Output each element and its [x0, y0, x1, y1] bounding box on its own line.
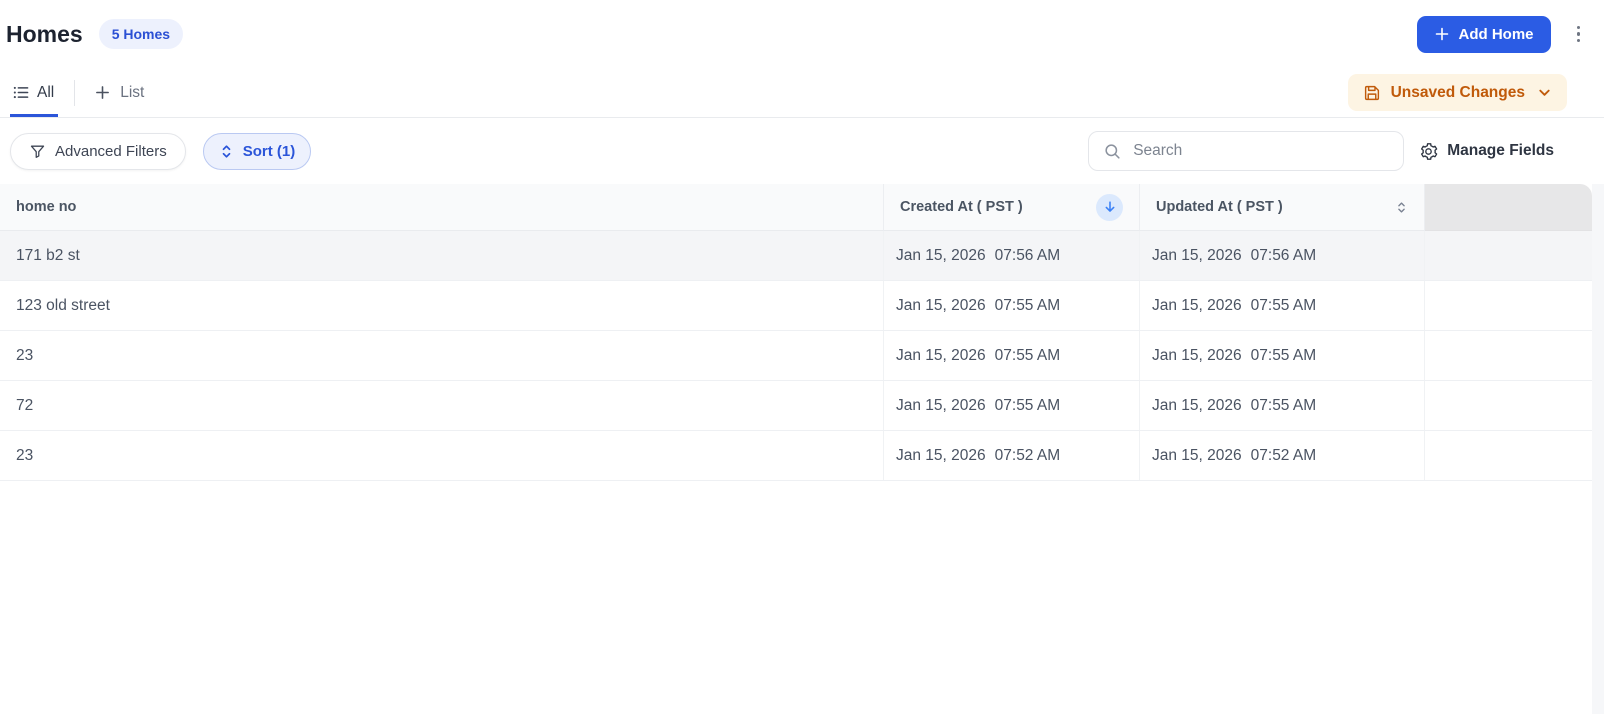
- table-header-row: home no Created At ( PST ) Updated At ( …: [0, 184, 1604, 231]
- time-value: 07:56 AM: [1250, 246, 1317, 264]
- time-value: 07:55 AM: [994, 396, 1061, 414]
- sort-arrows-icon: [219, 144, 234, 159]
- more-options-icon[interactable]: [1573, 21, 1585, 48]
- time-value: 07:52 AM: [994, 446, 1061, 464]
- tab-add-list[interactable]: List: [91, 68, 148, 117]
- records-table: home no Created At ( PST ) Updated At ( …: [0, 184, 1604, 481]
- manage-fields-button[interactable]: Manage Fields: [1419, 142, 1554, 161]
- time-value: 07:52 AM: [1250, 446, 1317, 464]
- page-title: Homes: [6, 20, 83, 47]
- manage-fields-label: Manage Fields: [1447, 142, 1554, 159]
- date-value: Jan 15, 2026: [1152, 246, 1242, 264]
- search-box[interactable]: [1088, 131, 1405, 171]
- time-value: 07:55 AM: [1250, 346, 1317, 364]
- scrollbar-gutter[interactable]: [1592, 184, 1604, 714]
- table-row[interactable]: 23 Jan 15, 2026 07:52 AM Jan 15, 2026 07…: [0, 431, 1604, 481]
- cell-updated-at[interactable]: Jan 15, 2026 07:55 AM: [1140, 281, 1425, 330]
- plus-icon: [1434, 26, 1450, 42]
- filter-funnel-icon: [29, 143, 46, 160]
- date-value: Jan 15, 2026: [896, 296, 986, 314]
- date-value: Jan 15, 2026: [1152, 396, 1242, 414]
- gear-icon: [1419, 142, 1438, 161]
- column-header-home-no[interactable]: home no: [0, 184, 884, 231]
- column-label: home no: [16, 199, 77, 215]
- cell-updated-at[interactable]: Jan 15, 2026 07:55 AM: [1140, 331, 1425, 380]
- cell-updated-at[interactable]: Jan 15, 2026 07:56 AM: [1140, 231, 1425, 280]
- home-no-value: 23: [16, 346, 34, 364]
- cell-created-at[interactable]: Jan 15, 2026 07:52 AM: [884, 431, 1140, 480]
- cell-updated-at[interactable]: Jan 15, 2026 07:55 AM: [1140, 381, 1425, 430]
- plus-icon: [95, 85, 110, 100]
- cell-created-at[interactable]: Jan 15, 2026 07:55 AM: [884, 381, 1140, 430]
- date-value: Jan 15, 2026: [896, 446, 986, 464]
- header-filler-cell: [1425, 184, 1592, 231]
- table-row[interactable]: 72 Jan 15, 2026 07:55 AM Jan 15, 2026 07…: [0, 381, 1604, 431]
- table-body: 171 b2 st Jan 15, 2026 07:56 AM Jan 15, …: [0, 231, 1604, 481]
- home-no-value: 171 b2 st: [16, 246, 80, 264]
- home-no-value: 123 old street: [16, 296, 110, 314]
- tab-all-label: All: [37, 83, 55, 101]
- cell-updated-at[interactable]: Jan 15, 2026 07:52 AM: [1140, 431, 1425, 480]
- home-no-value: 23: [16, 446, 34, 464]
- sort-button[interactable]: Sort (1): [202, 132, 312, 170]
- home-no-value: 72: [16, 396, 34, 414]
- cell-home-no[interactable]: 123 old street: [0, 281, 884, 330]
- time-value: 07:55 AM: [1250, 396, 1317, 414]
- table-row[interactable]: 171 b2 st Jan 15, 2026 07:56 AM Jan 15, …: [0, 231, 1604, 281]
- tab-list-label: List: [120, 83, 145, 101]
- tab-divider: [74, 79, 76, 106]
- sort-toggle-icon[interactable]: [1395, 201, 1408, 214]
- table-row[interactable]: 23 Jan 15, 2026 07:55 AM Jan 15, 2026 07…: [0, 331, 1604, 381]
- cell-home-no[interactable]: 23: [0, 331, 884, 380]
- time-value: 07:55 AM: [1250, 296, 1317, 314]
- advanced-filters-label: Advanced Filters: [55, 142, 167, 160]
- list-view-icon: [12, 84, 29, 101]
- sort-label: Sort (1): [242, 142, 296, 160]
- time-value: 07:55 AM: [994, 296, 1061, 314]
- cell-created-at[interactable]: Jan 15, 2026 07:55 AM: [884, 281, 1140, 330]
- date-value: Jan 15, 2026: [1152, 346, 1242, 364]
- advanced-filters-button[interactable]: Advanced Filters: [10, 132, 186, 170]
- save-icon: [1363, 84, 1381, 102]
- cell-created-at[interactable]: Jan 15, 2026 07:56 AM: [884, 231, 1140, 280]
- cell-home-no[interactable]: 72: [0, 381, 884, 430]
- page-header: Homes 5 Homes Add Home: [0, 0, 1604, 68]
- column-header-updated-at[interactable]: Updated At ( PST ): [1140, 184, 1425, 231]
- add-home-label: Add Home: [1458, 25, 1534, 43]
- date-value: Jan 15, 2026: [896, 346, 986, 364]
- search-input[interactable]: [1133, 142, 1390, 160]
- date-value: Jan 15, 2026: [896, 246, 986, 264]
- column-label: Updated At ( PST ): [1156, 199, 1283, 215]
- date-value: Jan 15, 2026: [1152, 446, 1242, 464]
- cell-home-no[interactable]: 23: [0, 431, 884, 480]
- date-value: Jan 15, 2026: [896, 396, 986, 414]
- unsaved-changes-label: Unsaved Changes: [1390, 83, 1525, 101]
- sorted-desc-icon[interactable]: [1096, 193, 1123, 221]
- cell-home-no[interactable]: 171 b2 st: [0, 231, 884, 280]
- column-header-created-at[interactable]: Created At ( PST ): [884, 184, 1140, 231]
- time-value: 07:56 AM: [994, 246, 1061, 264]
- date-value: Jan 15, 2026: [1152, 296, 1242, 314]
- record-count-badge: 5 Homes: [98, 19, 184, 49]
- cell-created-at[interactable]: Jan 15, 2026 07:55 AM: [884, 331, 1140, 380]
- chevron-down-icon: [1537, 85, 1552, 100]
- view-tabbar: All List Unsaved Changes: [0, 68, 1604, 118]
- tab-all[interactable]: All: [10, 68, 59, 117]
- table-row[interactable]: 123 old street Jan 15, 2026 07:55 AM Jan…: [0, 281, 1604, 331]
- add-home-button[interactable]: Add Home: [1416, 15, 1551, 53]
- search-icon: [1103, 142, 1122, 161]
- unsaved-changes-button[interactable]: Unsaved Changes: [1347, 74, 1567, 111]
- view-toolbar: Advanced Filters Sort (1) Manage Fields: [0, 118, 1604, 184]
- time-value: 07:55 AM: [994, 346, 1061, 364]
- column-label: Created At ( PST ): [900, 199, 1023, 215]
